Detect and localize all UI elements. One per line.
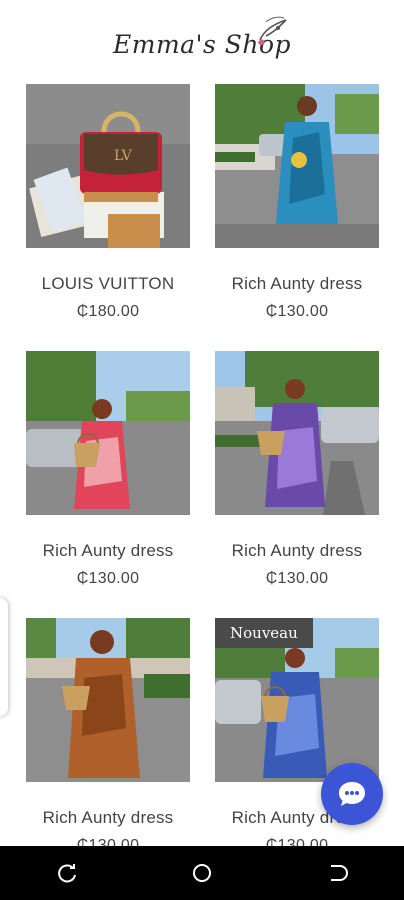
recents-button[interactable]: [37, 846, 97, 900]
back-icon: [330, 865, 348, 881]
product-card[interactable]: Nouveau Rich Aunty dress ₵130.00: [215, 618, 379, 885]
back-button[interactable]: [307, 846, 367, 900]
product-card[interactable]: Rich Aunty dress ₵130.00: [26, 351, 190, 618]
svg-text:LV: LV: [114, 148, 133, 164]
product-title[interactable]: Rich Aunty dress: [215, 274, 379, 294]
home-button[interactable]: [172, 846, 232, 900]
logo-bird-icon: [258, 16, 287, 46]
product-price: ₵130.00: [265, 570, 329, 587]
product-grid: LV LOUIS VUITTON ₵180.00 Rich Aunty dres…: [26, 84, 380, 885]
product-price: ₵130.00: [265, 303, 329, 320]
product-card[interactable]: Rich Aunty dress ₵130.00: [215, 84, 379, 351]
product-price: ₵180.00: [76, 303, 140, 320]
product-card[interactable]: LV LOUIS VUITTON ₵180.00: [26, 84, 190, 351]
home-icon: [192, 864, 211, 882]
product-card[interactable]: Rich Aunty dress ₵130.00: [26, 618, 190, 885]
product-image-red-dress[interactable]: [26, 351, 190, 515]
product-title[interactable]: LOUIS VUITTON: [26, 274, 190, 294]
product-image-teal-dress[interactable]: [215, 84, 379, 248]
product-image-blue-dress[interactable]: Nouveau: [215, 618, 379, 782]
product-image-purple-dress[interactable]: [215, 351, 379, 515]
product-image-brown-dress[interactable]: [26, 618, 190, 782]
product-image-handbag[interactable]: LV: [26, 84, 190, 248]
chat-bubble-icon: [339, 782, 365, 806]
product-title[interactable]: Rich Aunty dress: [215, 541, 379, 561]
chat-button[interactable]: [321, 763, 383, 825]
product-card[interactable]: Rich Aunty dress ₵130.00: [215, 351, 379, 618]
product-price: ₵130.00: [76, 570, 140, 587]
side-drawer-handle[interactable]: [0, 598, 8, 716]
shop-header: Emma's Shop: [0, 0, 404, 78]
product-title[interactable]: Rich Aunty dress: [26, 808, 190, 828]
system-navigation-bar: [0, 846, 404, 900]
product-title[interactable]: Rich Aunty dress: [26, 541, 190, 561]
new-badge: Nouveau: [215, 618, 313, 648]
recents-icon: [58, 864, 77, 883]
